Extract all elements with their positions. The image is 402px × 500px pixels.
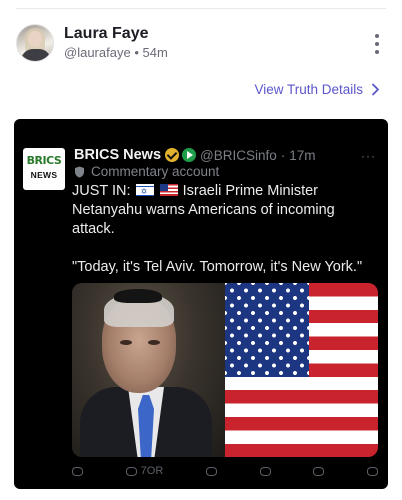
- tweet-text: JUST IN: Israeli Prime Minister Netanyah…: [72, 182, 372, 277]
- avatar[interactable]: [16, 24, 54, 62]
- green-badge-icon: [182, 148, 197, 162]
- tweet-photo[interactable]: [72, 283, 378, 457]
- israel-flag-icon: [135, 182, 154, 201]
- logo-line1: BRICS: [26, 154, 62, 167]
- retweet-action[interactable]: 7OR: [125, 465, 164, 477]
- commentary-account-label: Commentary account: [74, 164, 219, 179]
- more-vertical-icon[interactable]: [368, 34, 386, 54]
- reply-action[interactable]: [72, 466, 83, 476]
- post-time: 54m: [142, 45, 168, 60]
- tweet-author-name[interactable]: BRICS News: [74, 147, 161, 163]
- retweet-count: 7OR: [140, 465, 164, 477]
- reply-icon: [72, 466, 83, 476]
- top-divider: [16, 8, 386, 9]
- tweet-text-prefix: JUST IN:: [72, 183, 131, 199]
- embedded-tweet-card[interactable]: BRICS NEWS BRICS News @BRICSinfo · 17m ·…: [14, 119, 388, 489]
- tweet-actions: 7OR: [72, 463, 378, 479]
- view-truth-details-label: View Truth Details: [254, 82, 363, 97]
- author-handle[interactable]: @laurafaye: [64, 45, 131, 60]
- tweet-handle[interactable]: @BRICSinfo: [200, 148, 277, 163]
- meta-separator: •: [134, 45, 139, 60]
- retweet-icon: [125, 466, 137, 476]
- tweet-quote: "Today, it's Tel Aviv. Tomorrow, it's Ne…: [72, 259, 363, 275]
- tweet-time: 17m: [289, 147, 316, 163]
- bookmark-icon: [313, 466, 325, 476]
- commentary-text: Commentary account: [91, 164, 220, 179]
- shield-icon: [75, 166, 84, 177]
- views-icon: [259, 466, 271, 476]
- verified-gold-badge-icon: [165, 148, 180, 162]
- heart-icon: [205, 466, 217, 476]
- tweet-dot-separator: ·: [280, 147, 286, 163]
- post-header: Laura Faye @laurafaye • 54m: [16, 24, 386, 64]
- tweet-header: BRICS News @BRICSinfo · 17m: [74, 145, 316, 165]
- views-action[interactable]: [259, 466, 271, 476]
- tweet-more-icon[interactable]: ···: [361, 149, 376, 163]
- logo-line2: NEWS: [30, 170, 58, 180]
- author-name[interactable]: Laura Faye: [64, 25, 148, 43]
- author-meta: @laurafaye • 54m: [64, 45, 168, 60]
- brics-news-logo[interactable]: BRICS NEWS: [23, 148, 65, 190]
- like-action[interactable]: [205, 466, 217, 476]
- chevron-right-icon: [372, 83, 379, 96]
- share-action[interactable]: [366, 466, 378, 476]
- view-truth-details-link[interactable]: View Truth Details: [254, 82, 380, 97]
- bookmark-action[interactable]: [313, 466, 325, 476]
- share-icon: [366, 466, 378, 476]
- photo-right-us-flag: [225, 283, 378, 457]
- photo-left-portrait: [72, 283, 225, 457]
- us-flag-icon: [159, 184, 178, 196]
